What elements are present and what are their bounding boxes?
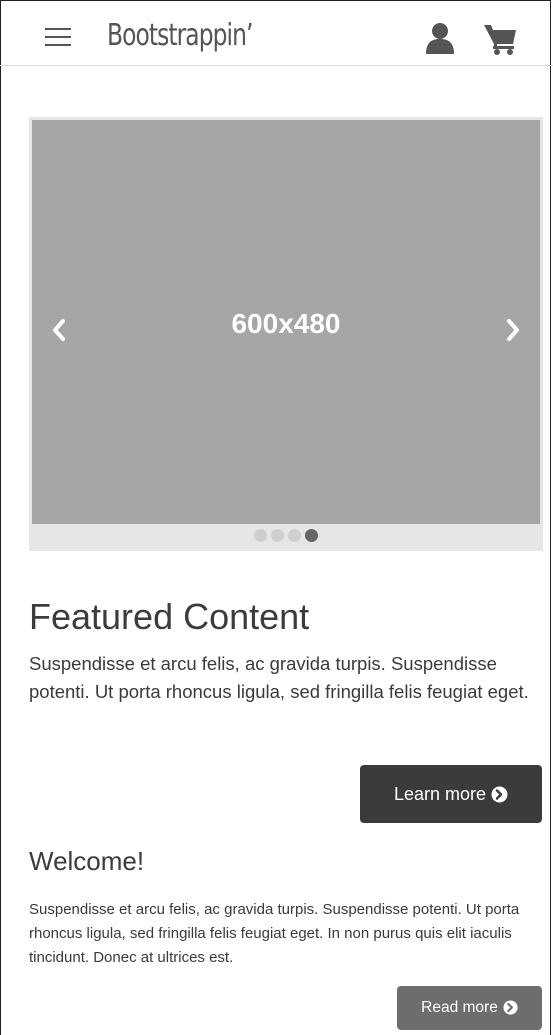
learn-more-label: Learn more: [393, 784, 487, 804]
carousel-indicator[interactable]: [288, 529, 301, 542]
chevron-left-icon[interactable]: [48, 316, 70, 344]
shopping-cart-icon[interactable]: [482, 22, 518, 56]
circle-arrow-right-icon: [503, 1000, 518, 1015]
carousel-slide[interactable]: 600x480: [32, 120, 540, 524]
user-icon[interactable]: [422, 20, 458, 56]
chevron-right-icon[interactable]: [502, 316, 524, 344]
carousel-indicators: [29, 529, 543, 545]
featured-title: Featured Content: [29, 596, 310, 637]
learn-more-button[interactable]: Learn more: [360, 765, 542, 823]
read-more-button[interactable]: Read more: [397, 986, 542, 1030]
hamburger-menu-icon[interactable]: [45, 28, 71, 46]
brand-logo[interactable]: Bootstrappin’: [107, 16, 253, 56]
welcome-title: Welcome!: [29, 846, 145, 876]
read-more-label: Read more: [421, 999, 498, 1016]
circle-arrow-right-icon: [491, 786, 508, 803]
image-carousel: 600x480: [29, 117, 543, 551]
navbar: Bootstrappin’: [0, 0, 553, 66]
carousel-indicator-active[interactable]: [305, 529, 318, 542]
featured-text: Suspendisse et arcu felis, ac gravida tu…: [29, 653, 529, 702]
carousel-indicator[interactable]: [271, 529, 284, 542]
welcome-text: Suspendisse et arcu felis, ac gravida tu…: [29, 901, 520, 966]
slide-placeholder-label: 600x480: [231, 308, 341, 339]
carousel-indicator[interactable]: [254, 529, 267, 542]
